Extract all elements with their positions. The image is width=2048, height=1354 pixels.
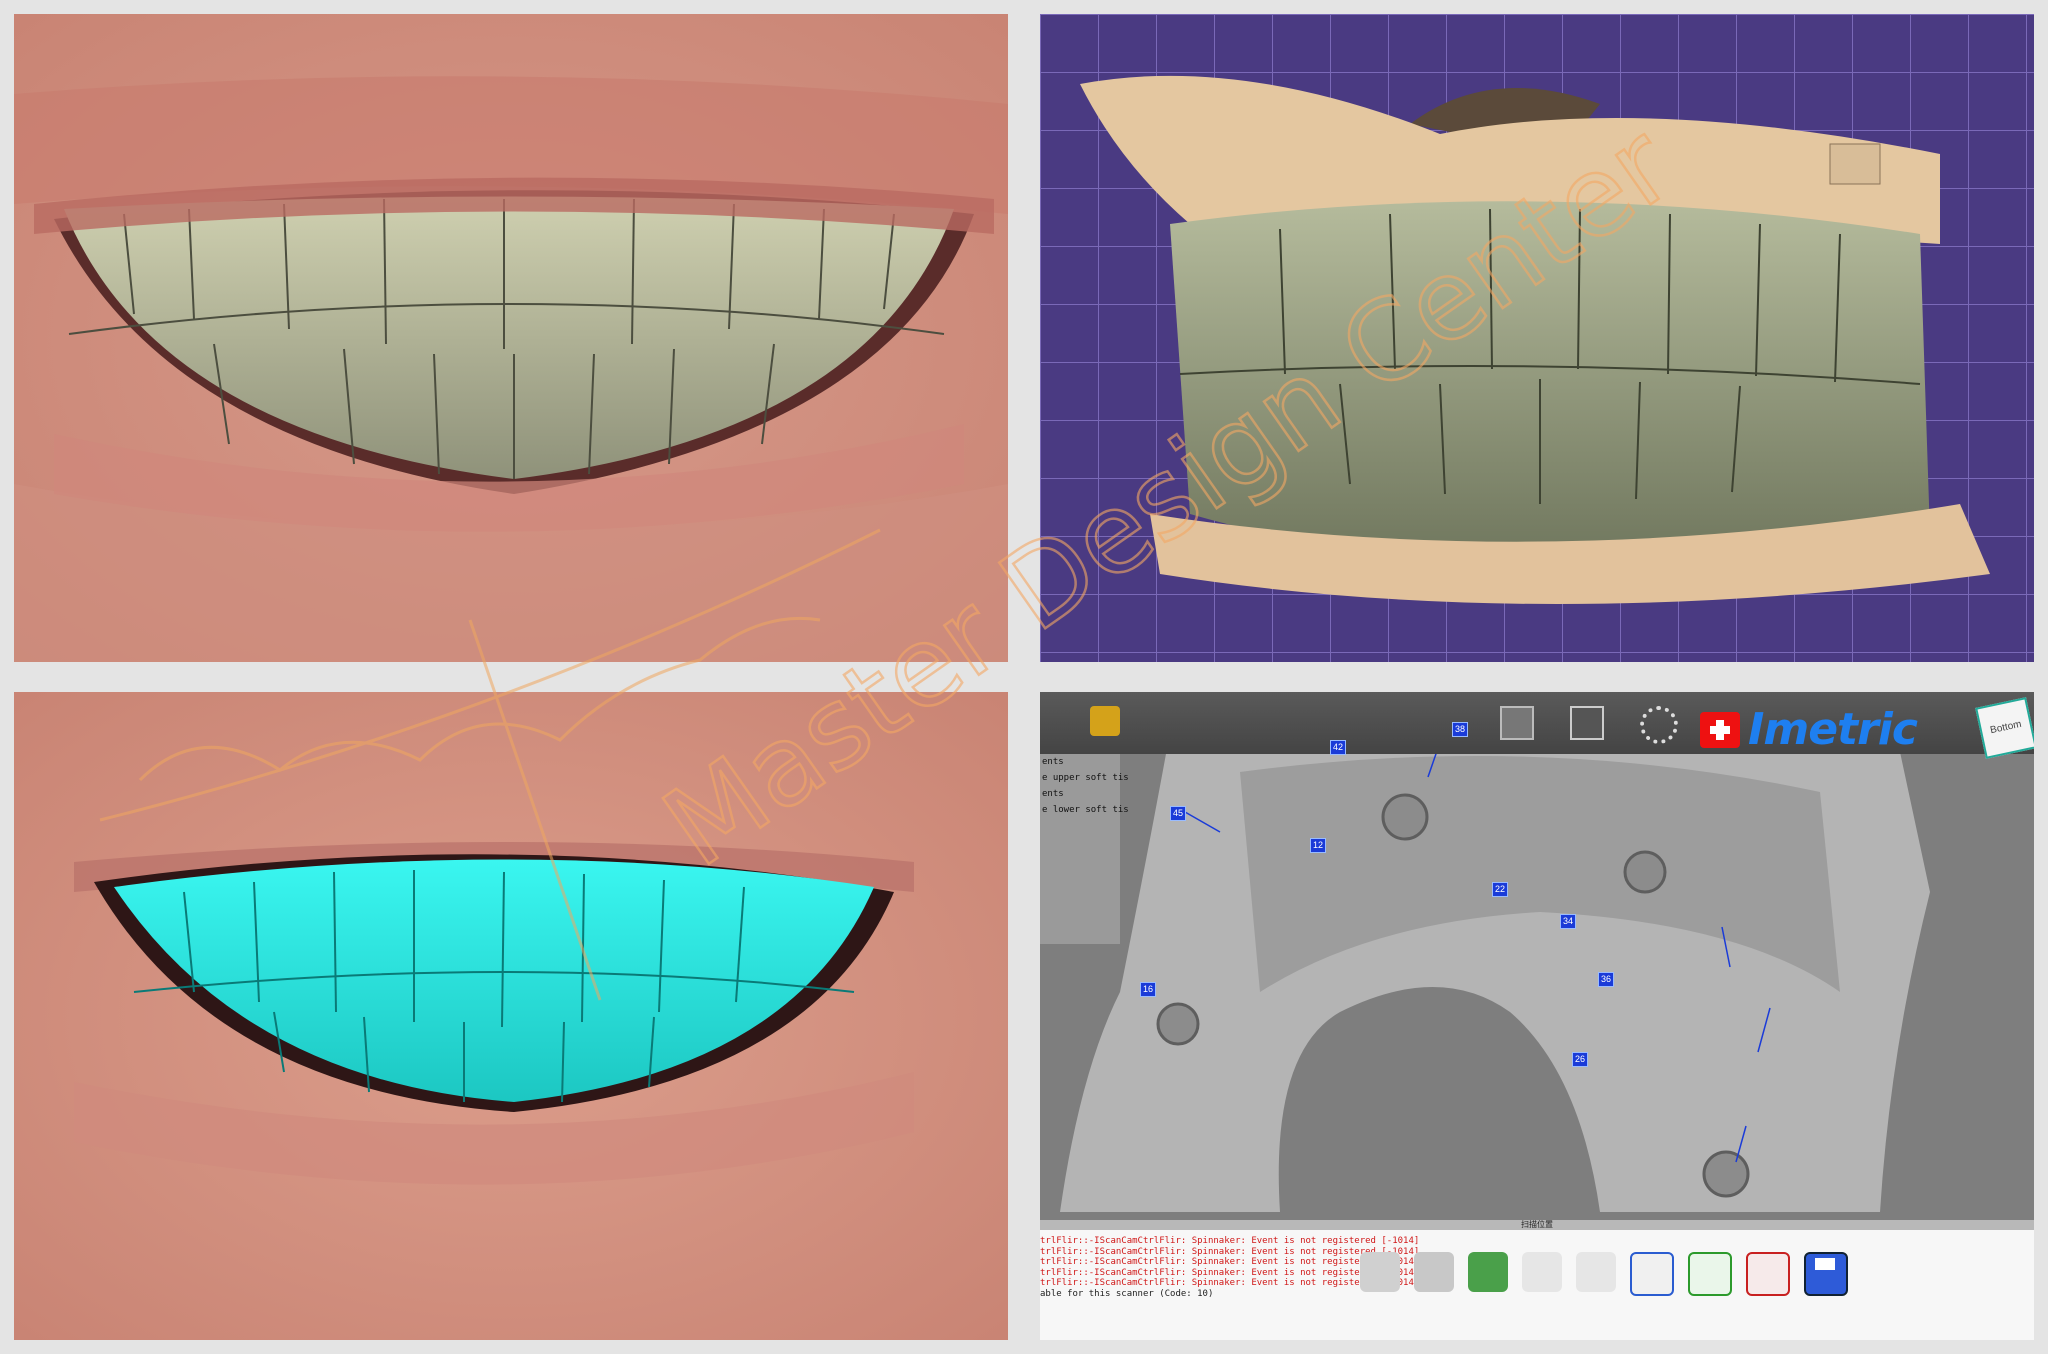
denture-3d-model-view xyxy=(1040,14,2034,662)
view-cube[interactable]: Bottom xyxy=(1975,697,2034,759)
log-line: trlFlir::-IScanCamCtrlFlir: Spinnaker: E… xyxy=(1040,1236,1420,1246)
scanbody-marker[interactable]: 45 xyxy=(1170,806,1186,821)
scanbody-marker[interactable]: 38 xyxy=(1452,722,1468,737)
scissors-icon[interactable] xyxy=(1360,1252,1400,1292)
export-icon[interactable] xyxy=(1688,1252,1732,1296)
scanbody-marker[interactable]: 34 xyxy=(1560,914,1576,929)
gear-icon[interactable] xyxy=(1640,706,1678,744)
tree-item[interactable]: ents xyxy=(1040,786,1120,802)
swiss-flag-icon xyxy=(1700,711,1740,748)
save-icon[interactable] xyxy=(1804,1252,1848,1296)
object-tree-panel: ents e upper soft tis ents e lower soft … xyxy=(1040,754,1129,944)
tree-item[interactable]: ents xyxy=(1040,754,1120,770)
grid-icon[interactable] xyxy=(1500,706,1534,740)
status-bar: 扫描位置 xyxy=(1040,1220,2034,1230)
software-top-bar: Imetric Bottom xyxy=(1040,692,2034,759)
align-icon[interactable] xyxy=(1414,1252,1454,1292)
tree-item[interactable]: e upper soft tis xyxy=(1040,770,1129,786)
tree-item[interactable]: e lower soft tis xyxy=(1040,802,1129,818)
brand-text: Imetric xyxy=(1748,704,1918,755)
smile-scan-overlay-photo xyxy=(14,692,1008,1340)
scanbody-marker[interactable]: 36 xyxy=(1598,972,1614,987)
scanbody-marker[interactable]: 16 xyxy=(1140,982,1156,997)
bottom-toolbar xyxy=(1360,1252,1848,1296)
imetric-scan-software: Imetric Bottom ents e upper soft tis ent… xyxy=(1040,692,2034,1340)
redo-icon[interactable] xyxy=(1576,1252,1616,1292)
viewcube-label: Bottom xyxy=(1989,718,2023,737)
scanbody-marker[interactable]: 26 xyxy=(1572,1052,1588,1067)
axes-icon[interactable] xyxy=(1630,1252,1674,1296)
transfer-icon[interactable] xyxy=(1468,1252,1508,1292)
imetric-logo: Imetric xyxy=(1700,704,1918,755)
undo-icon[interactable] xyxy=(1522,1252,1562,1292)
smile-design-photo xyxy=(14,14,1008,662)
import-icon[interactable] xyxy=(1746,1252,1790,1296)
folder-icon[interactable] xyxy=(1090,706,1120,736)
scanbody-marker[interactable]: 42 xyxy=(1330,740,1346,755)
monitor-icon[interactable] xyxy=(1570,706,1604,740)
scanbody-marker[interactable]: 12 xyxy=(1310,838,1326,853)
scanbody-marker[interactable]: 22 xyxy=(1492,882,1508,897)
